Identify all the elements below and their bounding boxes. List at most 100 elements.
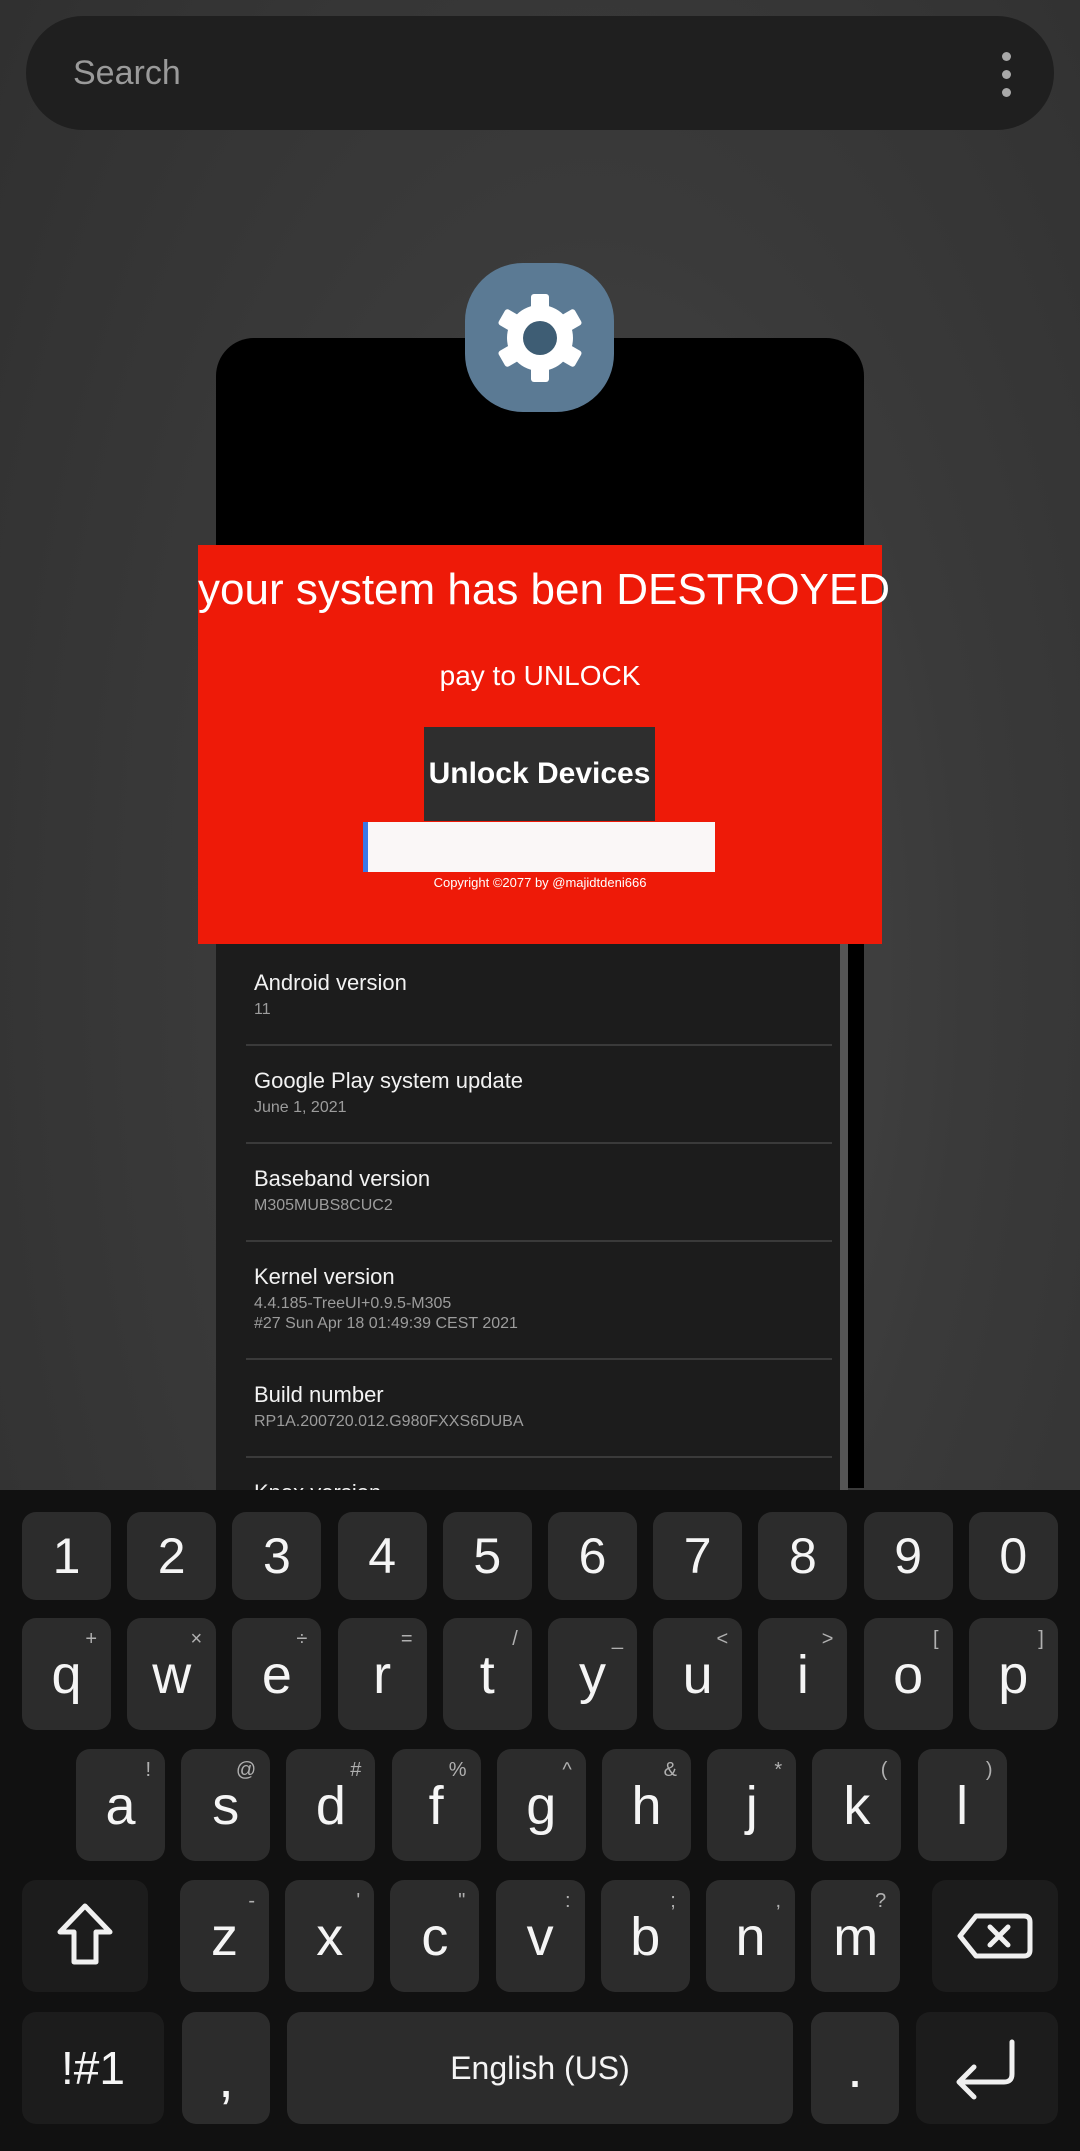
key-v[interactable]: :v: [495, 1880, 585, 1992]
key-label: r: [373, 1645, 392, 1705]
key-5[interactable]: 5: [442, 1512, 532, 1600]
key-j[interactable]: * j: [707, 1749, 797, 1861]
key-label: a: [105, 1776, 136, 1836]
setting-row-android-version[interactable]: Android version 11: [246, 944, 832, 1046]
key-p[interactable]: ] p: [968, 1618, 1058, 1730]
scrollbar[interactable]: [840, 944, 848, 1490]
keyboard: 1 2 3 4 5 6 7 8 9 0 + q × w ÷ e = r / t _ y < u > i[o] p ! a @ s # d% f…: [0, 1490, 1080, 2151]
key-k[interactable]: (k: [812, 1749, 902, 1861]
key-label: m: [833, 1907, 879, 1967]
key-label: b: [630, 1907, 661, 1967]
key-q[interactable]: + q: [22, 1618, 111, 1730]
ransom-overlay: your system has ben DESTROYED pay to UNL…: [198, 545, 891, 944]
shift-icon: [57, 1903, 113, 1965]
symbols-key[interactable]: !#1: [22, 2012, 164, 2124]
setting-title: Knox version: [254, 1480, 381, 1490]
key-0[interactable]: 0: [968, 1512, 1058, 1600]
key-d[interactable]: # d: [286, 1749, 376, 1861]
ransom-subtitle: pay to UNLOCK: [439, 660, 641, 691]
symbols-label: !#1: [61, 2042, 125, 2094]
enter-icon: [956, 2039, 1015, 2100]
key-w[interactable]: × w: [127, 1618, 217, 1730]
key-o[interactable]: [o: [863, 1618, 953, 1730]
setting-row-google-play-update[interactable]: Google Play system update June 1, 2021: [246, 1046, 832, 1144]
key-n[interactable]: ,n: [706, 1880, 795, 1992]
ransom-title: your system has ben DESTROYED: [198, 565, 891, 614]
search-bar[interactable]: Search: [26, 16, 1054, 130]
key-label: q: [51, 1645, 82, 1705]
key-label: t: [479, 1645, 495, 1705]
key-g[interactable]: ^ g: [496, 1749, 586, 1861]
key-z[interactable]: -z: [180, 1880, 269, 1992]
key-label: s: [212, 1776, 240, 1836]
period-key[interactable]: .: [811, 2012, 899, 2124]
key-t[interactable]: / t: [442, 1618, 532, 1730]
setting-value: June 1, 2021: [254, 1099, 347, 1116]
key-i[interactable]: > i: [758, 1618, 848, 1730]
setting-title: Kernel version: [254, 1264, 395, 1289]
unlock-devices-button[interactable]: Unlock Devices: [424, 727, 655, 821]
key-2[interactable]: 2: [127, 1512, 217, 1600]
key-r[interactable]: = r: [337, 1618, 427, 1730]
key-3[interactable]: 3: [232, 1512, 322, 1600]
key-label: j: [745, 1776, 758, 1836]
key-label: 5: [473, 1528, 502, 1584]
key-a[interactable]: ! a: [76, 1749, 165, 1861]
key-b[interactable]: ; b: [600, 1880, 690, 1992]
space-key[interactable]: English (US): [287, 2012, 793, 2124]
key-1[interactable]: 1: [22, 1512, 111, 1600]
key-label: 7: [683, 1528, 712, 1584]
key-f[interactable]: % f: [391, 1749, 481, 1861]
key-label: n: [735, 1907, 766, 1967]
key-label: o: [893, 1645, 924, 1705]
key-4[interactable]: 4: [337, 1512, 427, 1600]
key-label: 2: [157, 1528, 186, 1584]
key-m[interactable]: ? m: [811, 1880, 901, 1992]
key-h[interactable]: & h: [602, 1749, 691, 1861]
key-e[interactable]: ÷ e: [232, 1618, 322, 1730]
key-8[interactable]: 8: [758, 1512, 848, 1600]
unlock-code-input[interactable]: [363, 822, 715, 872]
key-label: c: [421, 1907, 449, 1967]
enter-key[interactable]: [916, 2012, 1058, 2124]
backspace-key[interactable]: [932, 1880, 1058, 1992]
key-label: h: [631, 1776, 662, 1836]
key-9[interactable]: 9: [863, 1512, 953, 1600]
setting-title: Android version: [254, 970, 407, 995]
key-label: d: [315, 1776, 346, 1836]
key-label: i: [796, 1645, 809, 1705]
search-placeholder[interactable]: Search: [73, 16, 181, 130]
gear-icon: [497, 293, 582, 382]
key-x[interactable]: ' x: [285, 1880, 375, 1992]
shift-key[interactable]: [22, 1880, 148, 1992]
setting-title: Baseband version: [254, 1166, 431, 1191]
key-u[interactable]: < u: [653, 1618, 743, 1730]
setting-title: Build number: [254, 1382, 384, 1407]
key-c[interactable]: " c: [390, 1880, 480, 1992]
key-label: w: [152, 1645, 192, 1705]
more-options-icon[interactable]: [1000, 52, 1012, 97]
period-label: .: [847, 2036, 863, 2099]
setting-row-kernel-version[interactable]: Kernel version 4.4.185-TreeUI+0.9.5-M305…: [246, 1242, 832, 1360]
key-label: y: [579, 1645, 606, 1705]
key-6[interactable]: 6: [548, 1512, 637, 1600]
key-label: e: [261, 1645, 292, 1705]
key-label: f: [428, 1776, 444, 1836]
comma-label: ,: [218, 2046, 234, 2109]
key-label: 0: [999, 1528, 1028, 1584]
setting-row-build-number[interactable]: Build number RP1A.200720.012.G980FXXS6DU…: [246, 1360, 832, 1458]
space-label: English (US): [450, 2050, 630, 2086]
setting-value-line2: #27 Sun Apr 18 01:49:39 CEST 2021: [254, 1315, 518, 1332]
backspace-icon: [957, 1913, 1033, 1959]
settings-app-icon[interactable]: [465, 263, 614, 412]
key-s[interactable]: @ s: [181, 1749, 271, 1861]
key-label: 6: [578, 1528, 607, 1584]
setting-row-baseband-version[interactable]: Baseband version M305MUBS8CUC2: [246, 1144, 832, 1242]
comma-key[interactable]: ,: [182, 2012, 270, 2124]
key-7[interactable]: 7: [653, 1512, 743, 1600]
setting-title: Google Play system update: [254, 1068, 524, 1093]
copyright-text: Copyright ©2077 by @majidtdeni666: [433, 875, 647, 890]
key-y[interactable]: _ y: [548, 1618, 637, 1730]
key-l[interactable]: ) l: [917, 1749, 1007, 1861]
setting-row-knox-version[interactable]: Knox version: [246, 1458, 832, 1490]
